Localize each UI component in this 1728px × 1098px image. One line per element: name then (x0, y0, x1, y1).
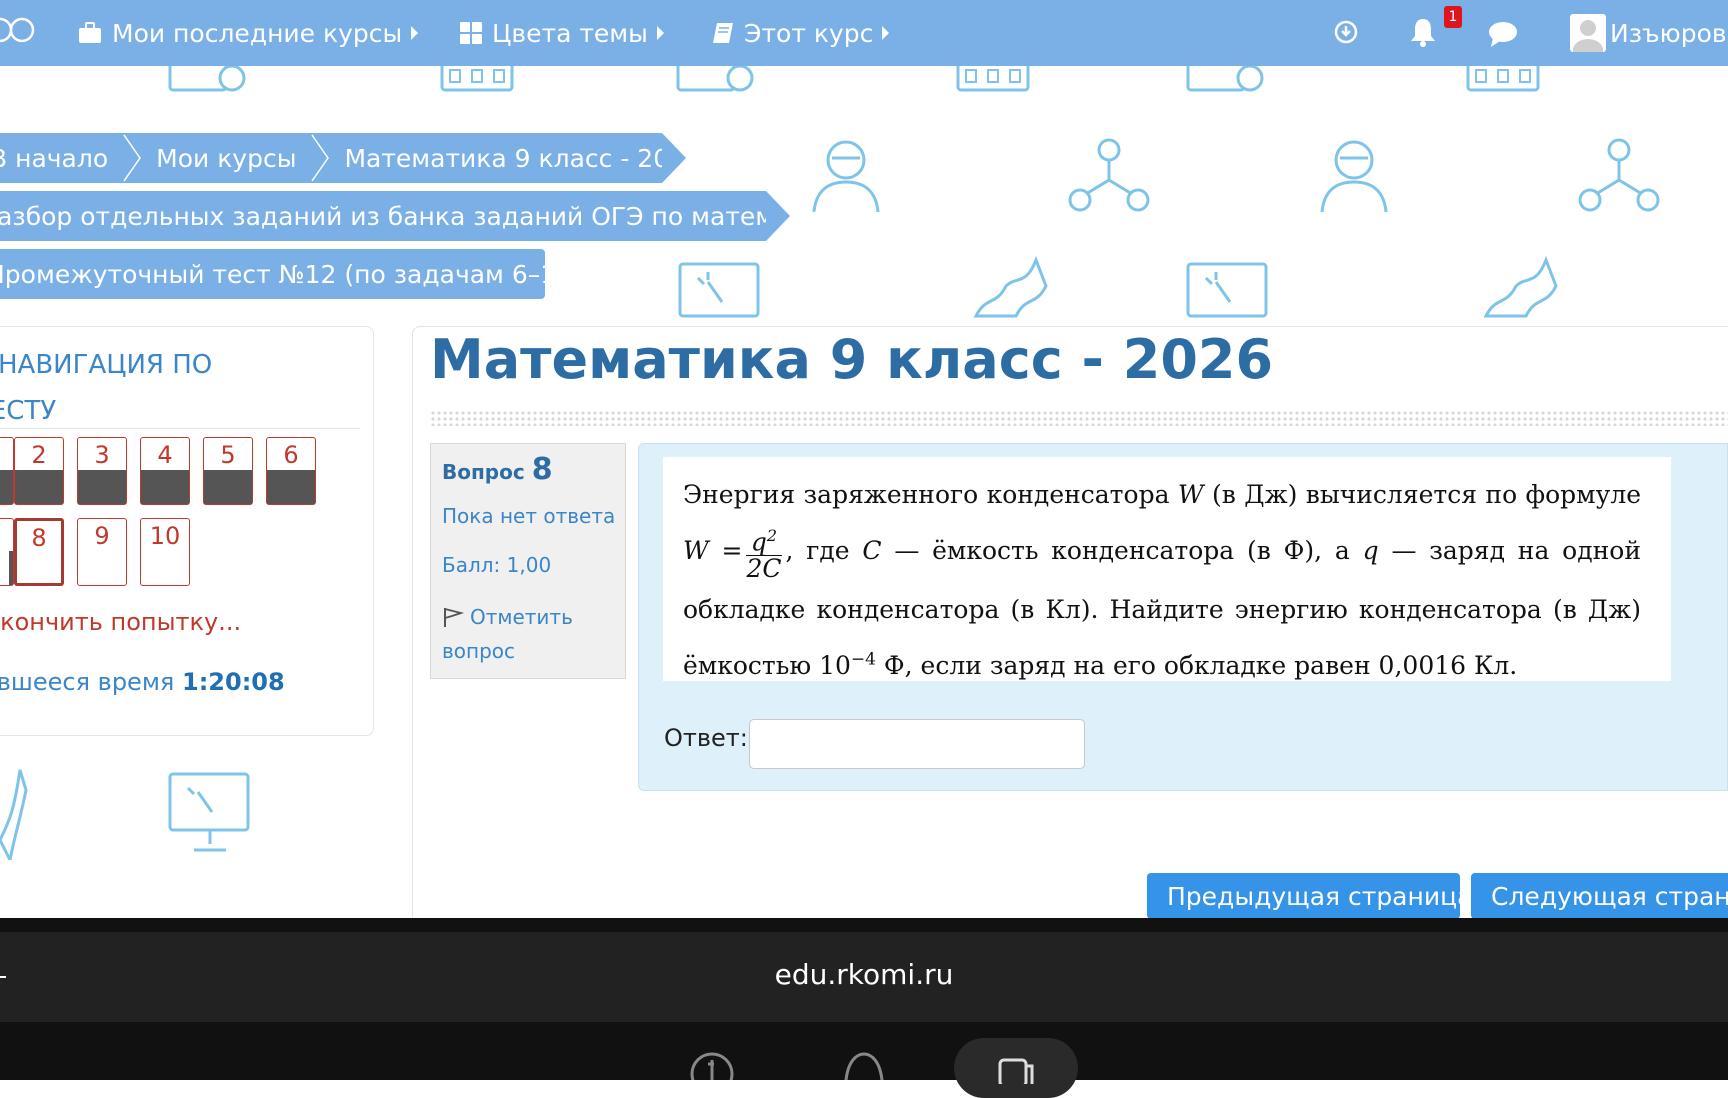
breadcrumb: В начало Мои курсы Математика 9 класс - … (0, 133, 701, 183)
yandex-icon[interactable] (690, 1052, 734, 1080)
avatar (1570, 14, 1606, 52)
divider (0, 428, 360, 429)
top-navbar: Мои последние курсы Цвета темы Этот курс… (0, 0, 1728, 66)
answer-label: Ответ: (664, 724, 748, 752)
question-button-10[interactable]: 10 (140, 518, 190, 586)
tabs-button[interactable] (954, 1038, 1078, 1098)
book-icon (713, 23, 733, 43)
molecule-icon (1068, 138, 1150, 212)
question-button-3[interactable]: 3 (77, 437, 127, 505)
question-button-2[interactable]: 2 (14, 437, 64, 505)
monitor-icon (168, 772, 250, 852)
download-icon[interactable] (1334, 20, 1358, 44)
chat-icon[interactable] (1488, 20, 1518, 48)
breadcrumb-test[interactable]: Промежуточный тест №12 (по задачам 6–14) (0, 260, 582, 289)
theme-colors-menu[interactable]: Цвета темы (460, 0, 664, 66)
breadcrumb-course[interactable]: Математика 9 класс - 2026 (344, 144, 700, 173)
question-button[interactable] (0, 518, 14, 586)
bell-icon[interactable] (1408, 16, 1438, 48)
question-button-6[interactable]: 6 (266, 437, 316, 505)
question-button-4[interactable]: 4 (140, 437, 190, 505)
time-remaining: Оставшееся время 1:20:08 (0, 668, 285, 696)
teacher-icon (1320, 140, 1388, 213)
answer-input[interactable] (749, 719, 1085, 769)
time-value: 1:20:08 (182, 668, 285, 696)
calculator-icon (676, 66, 754, 92)
user-menu[interactable]: Изъюрова (1570, 0, 1728, 66)
breadcrumb-separator (310, 133, 330, 183)
flag-question-link[interactable]: Отметить вопрос (442, 600, 612, 668)
quiz-navigation-title: НАВИГАЦИЯ ПО ТЕСТУ (0, 350, 213, 426)
question-status: Пока нет ответа (442, 504, 616, 528)
breadcrumb-section[interactable]: Разбор отдельных заданий из банка задани… (0, 202, 851, 231)
question-button-8[interactable]: 8 (14, 518, 64, 586)
abacus-icon (956, 66, 1030, 92)
calculator-icon (1186, 66, 1264, 92)
molecule-icon (1578, 138, 1660, 212)
caret-right-icon (656, 26, 664, 40)
this-course-label: Этот курс (744, 18, 874, 48)
egg-icon[interactable] (842, 1052, 886, 1080)
this-course-menu[interactable]: Этот курс (712, 0, 890, 66)
monitor-icon (1186, 262, 1268, 318)
map-icon (0, 769, 28, 860)
next-page-button[interactable]: Следующая страница (1471, 873, 1728, 919)
my-courses-label: Мои последние курсы (112, 18, 403, 48)
briefcase-icon (79, 22, 101, 43)
abacus-icon (440, 66, 514, 92)
theme-colors-label: Цвета темы (492, 18, 648, 48)
breadcrumb-test-row: Промежуточный тест №12 (по задачам 6–14) (0, 249, 582, 299)
breadcrumb-my-courses[interactable]: Мои курсы (156, 144, 296, 173)
notification-badge: 1 (1444, 6, 1462, 28)
url-text[interactable]: edu.rkomi.ru (0, 958, 1728, 991)
page-title: Математика 9 класс - 2026 (430, 328, 1274, 391)
grid-icon (460, 22, 482, 44)
calculator-icon (168, 66, 246, 92)
logo-icon[interactable] (0, 14, 36, 46)
breadcrumb-home[interactable]: В начало (0, 144, 108, 173)
question-text: Энергия заряженного конденсатора W (в Дж… (683, 480, 1641, 681)
question-button-5[interactable]: 5 (203, 437, 253, 505)
monitor-icon (678, 262, 760, 318)
previous-page-button[interactable]: Предыдущая страница (1147, 873, 1472, 919)
question-button[interactable] (0, 437, 14, 505)
breadcrumb-separator (122, 133, 142, 183)
map-icon (1483, 256, 1558, 318)
abacus-icon (1466, 66, 1540, 92)
flag-icon (444, 607, 465, 627)
caret-right-icon (882, 26, 890, 40)
browser-url-bar-edge (0, 918, 1728, 932)
question-score: Балл: 1,00 (442, 553, 552, 577)
question-number: Вопрос 8 (442, 452, 553, 487)
question-button-9[interactable]: 9 (77, 518, 127, 586)
my-courses-menu[interactable]: Мои последние курсы (78, 0, 419, 66)
user-silhouette-icon (1573, 20, 1603, 52)
finish-attempt-link[interactable]: Закончить попытку... (0, 608, 241, 636)
formula-fraction: q2 2C (746, 523, 782, 582)
user-name: Изъюрова (1610, 18, 1728, 48)
dotted-divider (430, 410, 1728, 426)
caret-right-icon (411, 26, 419, 40)
map-icon (973, 256, 1048, 318)
breadcrumb-section-row: Разбор отдельных заданий из банка задани… (0, 191, 851, 241)
